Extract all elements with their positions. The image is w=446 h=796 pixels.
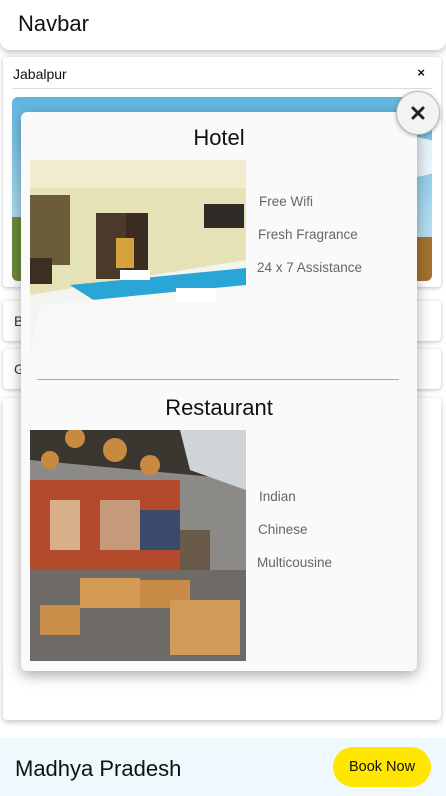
city-divider — [12, 88, 432, 89]
modal-divider — [37, 379, 399, 380]
footer-bar: Madhya Pradesh Book Now — [0, 738, 446, 796]
restaurant-image — [30, 430, 246, 661]
city-name: Jabalpur — [13, 66, 67, 82]
hotel-feature: 24 x 7 Assistance — [257, 260, 363, 275]
close-icon — [411, 106, 425, 120]
restaurant-interior-image — [30, 430, 246, 661]
hotel-feature: Free Wifi — [259, 194, 313, 209]
state-name: Madhya Pradesh — [15, 756, 182, 781]
navbar-title: Navbar — [18, 11, 89, 36]
hotel-title: Hotel — [193, 125, 245, 150]
hotel-image — [30, 160, 246, 353]
restaurant-title: Restaurant — [165, 395, 273, 420]
navbar: Navbar — [0, 0, 446, 50]
restaurant-feature: Multicousine — [257, 555, 333, 570]
hotel-feature: Fresh Fragrance — [258, 227, 358, 242]
city-close-button[interactable]: × — [417, 65, 425, 80]
modal-close-button[interactable] — [396, 91, 440, 135]
details-modal: Hotel Free Wifi Fresh Fragrance 24 x 7 A… — [21, 112, 417, 671]
restaurant-feature: Chinese — [258, 522, 308, 537]
restaurant-feature: Indian — [259, 489, 296, 504]
book-now-button[interactable]: Book Now — [333, 747, 431, 787]
hotel-room-image — [30, 160, 246, 353]
